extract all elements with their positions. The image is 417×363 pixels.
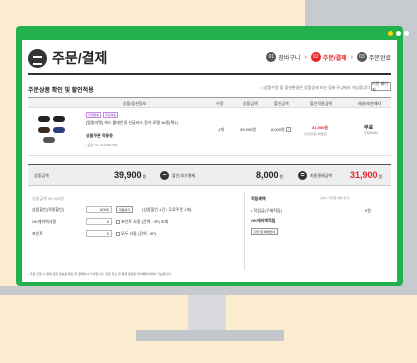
panel-heading: 상품금액 39,900원 bbox=[32, 196, 64, 201]
window-dot bbox=[404, 31, 409, 36]
currency-unit: 원 bbox=[279, 174, 284, 179]
section-title: 주문상품 확인 및 할인적용 bbox=[28, 88, 94, 94]
chevron-right-icon: › bbox=[304, 53, 307, 61]
summary-total-value: 31,900원 bbox=[350, 170, 382, 180]
step-number: 01 bbox=[266, 52, 277, 62]
step-number: 03 bbox=[356, 52, 367, 62]
glasses-image bbox=[38, 127, 50, 133]
section-note: • 상품수량 및 옵션변경은 상품상세 또는 장바구니에서 가능합니다. bbox=[261, 85, 371, 90]
column-header: 상품금액 bbox=[243, 101, 258, 106]
table-row: 당일발송 무료배송 [알뜰마켓] 게스 뿔테안경 선글라스 정가 모델 36종(… bbox=[28, 108, 391, 156]
column-header: 할인금액 bbox=[274, 101, 289, 106]
benefits-title: 적립혜택 bbox=[251, 196, 266, 201]
summary-label: 최종결제금액 bbox=[310, 173, 333, 178]
coupon-summary: (상품할인 1건 / 무료주문 1개) bbox=[142, 207, 192, 212]
summary-discount-value: 8,000원 bbox=[256, 170, 283, 180]
summary-amount: 31,900 bbox=[350, 170, 378, 180]
product-thumbnail[interactable] bbox=[38, 116, 66, 144]
final-price: 31,900원 bbox=[312, 125, 328, 130]
monitor-stand-base bbox=[136, 330, 284, 341]
column-header: 수량 bbox=[216, 101, 224, 106]
step-label: 주문/결제 bbox=[322, 55, 347, 62]
product-option: • 옵션: 01. GU2580-056 bbox=[86, 143, 118, 147]
benefits-info-button[interactable]: 할인 및 혜택안내 bbox=[251, 228, 278, 235]
shipping-fee: 무료 bbox=[364, 125, 374, 131]
benefit-label: OK캐쉬백적립 bbox=[251, 218, 276, 223]
discount-value: 8,000원 bbox=[271, 127, 285, 132]
summary-product-value: 39,900원 bbox=[114, 170, 146, 180]
equals-icon: = bbox=[298, 171, 307, 180]
product-name[interactable]: [알뜰마켓] 게스 뿔테안경 선글라스 정가 모델 36종(택1) bbox=[86, 120, 196, 125]
benefit-value: 0원 bbox=[365, 208, 371, 213]
column-header: 배송비/판매자 bbox=[358, 101, 382, 106]
window-dot bbox=[396, 31, 401, 36]
product-price: 39,900원 bbox=[240, 127, 256, 132]
apply-coupon-button[interactable]: 적용하기 bbox=[116, 206, 134, 213]
step-complete: 03 주문완료 bbox=[356, 52, 391, 62]
window-dots bbox=[388, 31, 409, 36]
column-header: 할인적용금액 bbox=[310, 101, 333, 106]
checkbox[interactable] bbox=[116, 219, 120, 224]
badge: 무료배송 bbox=[103, 112, 119, 118]
discount-row-label: OK캐쉬백사용 bbox=[32, 219, 57, 224]
product-badges: 당일발송 무료배송 bbox=[86, 112, 119, 118]
quantity: 1개 bbox=[218, 127, 224, 132]
chevron-right-icon: › bbox=[350, 53, 353, 61]
product-coupon-status: 상품쿠폰 적용중 bbox=[86, 133, 113, 138]
step-checkout: 02 주문/결제 bbox=[310, 52, 347, 62]
badge: 당일발송 bbox=[86, 112, 102, 118]
benefits-panel: 적립혜택 구매시 적립될 혜택 안내 • 적립금(구매적립) 0원 OK캐쉬백적… bbox=[244, 192, 391, 270]
currency-unit: 원 bbox=[142, 174, 147, 179]
discount-panel: 상품금액 39,900원 상품할인(적용할인) 8000 적용하기 (상품할인 … bbox=[28, 192, 241, 270]
checkout-steps: 01 장바구니 › 02 주문/결제 › 03 주문완료 bbox=[266, 52, 391, 62]
step-cart: 01 장바구니 bbox=[266, 52, 300, 62]
checkbox[interactable] bbox=[116, 231, 120, 236]
step-number: 02 bbox=[310, 52, 321, 62]
page-header: 주문/결제 bbox=[28, 48, 107, 68]
column-header: 상품/옵션정보 bbox=[123, 101, 147, 106]
point-input[interactable]: 0 bbox=[86, 230, 112, 237]
price-summary: 상품금액 39,900원 − 할인/부가결제 8,000원 = 최종결제금액 3… bbox=[28, 164, 391, 186]
okcashbag-input[interactable]: 0 bbox=[86, 218, 112, 225]
discount-row-label: 상품할인(적용할인) bbox=[32, 207, 65, 212]
point-text: 모두 사용 (잔여 : 0P) bbox=[121, 231, 157, 236]
window-dot bbox=[388, 31, 393, 36]
summary-amount: 39,900 bbox=[114, 170, 142, 180]
currency-unit: 원 bbox=[378, 174, 383, 179]
info-icon[interactable]: i bbox=[285, 127, 291, 133]
benefits-note: 구매시 적립될 혜택 안내 bbox=[319, 196, 350, 200]
footnote: • 주문 진행 시 결제 관련 정보를 확인 후 결제하시기 바랍니다. 주문 … bbox=[28, 272, 172, 276]
final-price-note: (할인쿠폰+적립금) bbox=[304, 132, 328, 136]
monitor-stand-neck bbox=[188, 295, 226, 335]
cart-icon bbox=[28, 48, 47, 68]
page-title: 주문/결제 bbox=[52, 50, 108, 66]
previous-page-button[interactable]: 이전 페이지 bbox=[371, 81, 391, 92]
benefit-label: • 적립금(구매적립) bbox=[251, 208, 282, 213]
step-label: 장바구니 bbox=[278, 55, 301, 62]
summary-label: 상품금액 bbox=[34, 173, 49, 178]
okcashbag-option: 포인트 사용 (잔액 : 0P) 조회 bbox=[116, 219, 168, 225]
discount-row-label: 포인트 bbox=[32, 231, 44, 236]
header-divider bbox=[28, 73, 391, 75]
point-option: 모두 사용 (잔여 : 0P) bbox=[116, 231, 156, 237]
seller-name[interactable]: 한다라세미 bbox=[364, 131, 378, 135]
coupon-discount-input[interactable]: 8000 bbox=[86, 206, 112, 213]
glasses-image bbox=[43, 137, 55, 143]
minus-icon: − bbox=[160, 171, 169, 180]
summary-amount: 8,000 bbox=[256, 170, 279, 180]
discount-amount: 8,000원 i bbox=[271, 127, 291, 133]
glasses-image bbox=[53, 116, 65, 122]
glasses-image bbox=[53, 127, 65, 133]
summary-label: 할인/부가결제 bbox=[172, 173, 196, 178]
checkout-page: 주문/결제 01 장바구니 › 02 주문/결제 › 03 주문완료 주문상품 … bbox=[22, 40, 397, 282]
step-label: 주문완료 bbox=[368, 55, 391, 62]
glasses-image bbox=[38, 116, 50, 122]
frame-bottom bbox=[0, 286, 320, 295]
okcashbag-text: 포인트 사용 (잔액 : 0P) 조회 bbox=[121, 219, 169, 224]
table-header: 상품/옵션정보 수량 상품금액 할인금액 할인적용금액 배송비/판매자 bbox=[28, 97, 391, 108]
